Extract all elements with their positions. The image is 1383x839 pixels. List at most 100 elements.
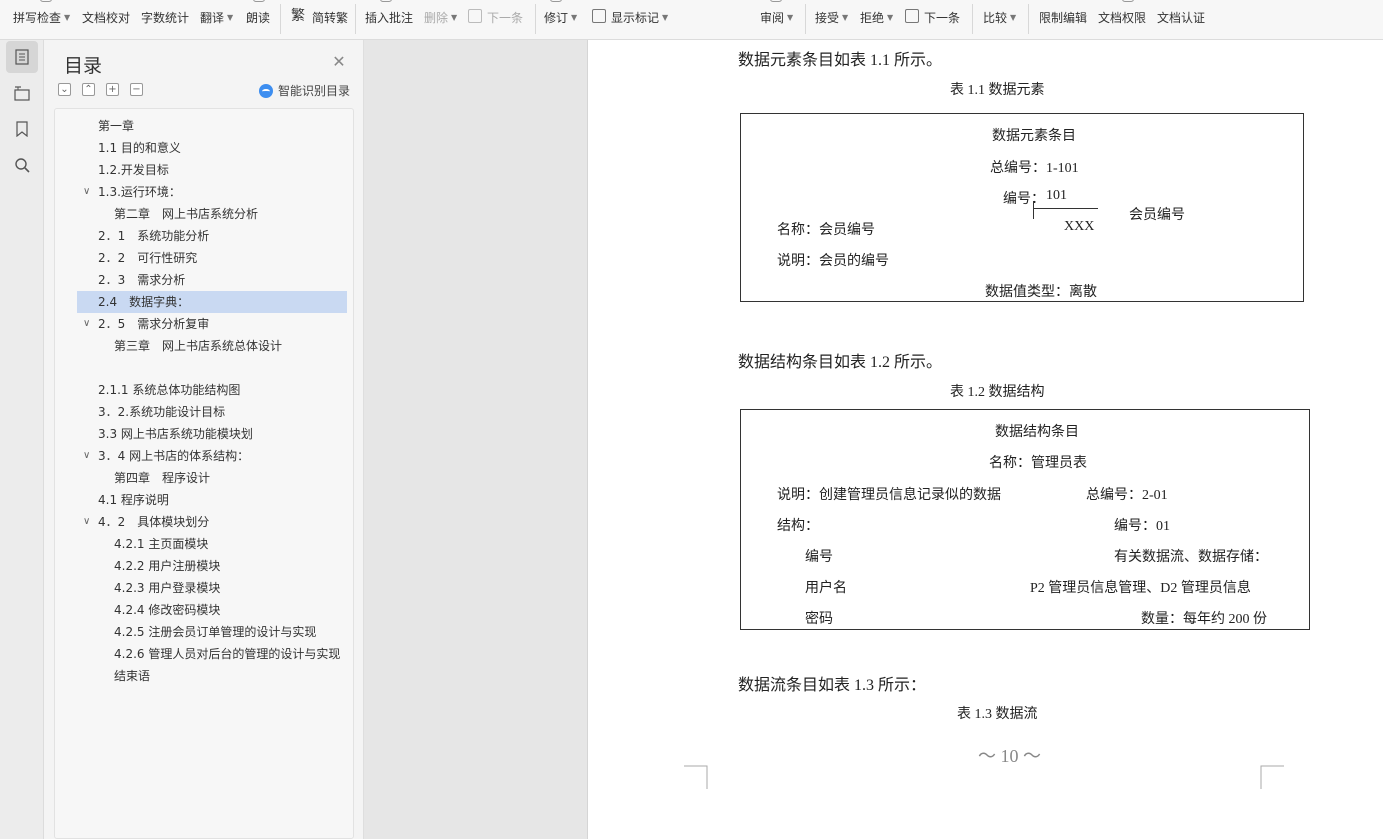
delete-comment-button[interactable]: 删除 ▼ [424, 8, 457, 26]
trad-simp-button[interactable]: 繁简转繁 [291, 8, 348, 26]
outline-panel-button[interactable] [6, 77, 38, 109]
compare-button[interactable]: 比较 ▼ [983, 8, 1016, 26]
total-number: 总编号：1-101 [990, 161, 1079, 176]
toc-item[interactable]: 2．3 需求分析 [77, 269, 347, 291]
reject-button[interactable]: 拒绝 ▼ [860, 8, 893, 26]
next-change-label: 下一条 [924, 10, 961, 25]
ribbon-icon-stub [1122, 0, 1134, 2]
toc-item[interactable]: 第一章 [77, 115, 347, 137]
insert-comment-button[interactable]: 插入批注 [365, 8, 413, 26]
ribbon-icon-stub [380, 0, 392, 2]
bookmark-panel-button[interactable] [6, 113, 38, 145]
review-button[interactable]: 审阅 ▼ [760, 8, 793, 26]
table-title: 数据结构条目 [995, 425, 1079, 440]
table-title: 数据元素条目 [992, 129, 1076, 144]
next-comment-button[interactable]: 下一条 [468, 8, 523, 26]
left-rail [0, 40, 44, 839]
margin-corner-mark [1260, 765, 1284, 789]
toc-item[interactable]: 第四章 程序设计 [77, 467, 347, 489]
toc-item[interactable]: 4.2.6 管理人员对后台的管理的设计与实现 [77, 643, 341, 665]
toc-item[interactable]: 4.1 程序说明 [77, 489, 347, 511]
toc-item[interactable]: 1.1 目的和意义 [77, 137, 347, 159]
document-list-icon [15, 49, 29, 65]
revise-button[interactable]: 修订 ▼ [544, 8, 577, 26]
toc-item[interactable]: 3．2.系统功能设计目标 [77, 401, 347, 423]
ribbon-divider [535, 4, 536, 34]
toc-item[interactable]: ∨ 2．5 需求分析复审 [77, 313, 347, 335]
toc-item[interactable]: 4.2.5 注册会员订单管理的设计与实现 [77, 621, 347, 643]
toc-item[interactable]: 4.2.4 修改密码模块 [77, 599, 347, 621]
next-change-button[interactable]: 下一条 [905, 8, 960, 26]
toc-item-label: 4.2.4 修改密码模块 [114, 603, 221, 617]
toc-item-label: 第三章 网上书店系统总体设计 [114, 339, 283, 353]
collapse-all-icon[interactable]: ⌃ [82, 83, 95, 96]
chevron-down-icon[interactable]: ∨ [83, 313, 90, 335]
toc-item[interactable]: 2.1.1 系统总体功能结构图 [77, 379, 347, 401]
toc-item-label: 第四章 程序设计 [114, 471, 211, 485]
ribbon-divider [355, 4, 356, 34]
spell-check-button[interactable]: 拼写检查 ▼ [13, 8, 70, 26]
add-heading-icon[interactable]: + [106, 83, 119, 96]
toc-item-label: 3．4 网上书店的体系结构： [98, 449, 250, 463]
toc-item[interactable]: 第三章 网上书店系统总体设计 [77, 335, 347, 357]
toc-item[interactable]: 4.2.2 用户注册模块 [77, 555, 347, 577]
data-element-table: 数据元素条目 总编号：1-101 编号： 101 名称：会员编号 XXX 会员编… [740, 113, 1304, 302]
name-field: 名称：管理员表 [989, 456, 1087, 471]
remove-heading-icon[interactable]: − [130, 83, 143, 96]
chevron-down-icon: ▼ [451, 12, 458, 22]
search-panel-button[interactable] [6, 149, 38, 181]
chevron-down-icon[interactable]: ∨ [83, 511, 90, 533]
doc-certify-button[interactable]: 文档认证 [1157, 8, 1205, 26]
chevron-down-icon: ▼ [64, 12, 71, 22]
toc-item-label: 4.2.5 注册会员订单管理的设计与实现 [114, 625, 317, 639]
toc-item[interactable]: 4.2.1 主页面模块 [77, 533, 347, 555]
toc-item-selected[interactable]: 2.4 数据字典： [77, 291, 347, 313]
chevron-down-icon: ▼ [662, 12, 669, 22]
chevron-down-icon[interactable]: ∨ [83, 181, 90, 203]
toc-item[interactable]: ∨ 1.3.运行环境： [77, 181, 347, 203]
toc-item[interactable]: 2．1 系统功能分析 [77, 225, 347, 247]
toc-item[interactable]: 1.2.开发目标 [77, 159, 347, 181]
restrict-edit-label: 限制编辑 [1039, 10, 1088, 25]
show-markup-icon [592, 9, 606, 23]
document-page[interactable]: 数据元素条目如表 1.1 所示。 表 1.1 数据元素 数据元素条目 总编号：1… [587, 40, 1383, 839]
toc-item[interactable]: 4.2.3 用户登录模块 [77, 577, 347, 599]
toc-item[interactable]: 第二章 网上书店系统分析 [77, 203, 347, 225]
toc-item[interactable]: ∨ 4．2 具体模块划分 [77, 511, 347, 533]
field-username: 用户名 [805, 581, 847, 596]
restrict-edit-button[interactable]: 限制编辑 [1039, 8, 1087, 26]
expand-all-icon[interactable]: ⌄ [58, 83, 71, 96]
insert-comment-label: 插入批注 [365, 10, 414, 25]
chevron-down-icon: ▼ [227, 12, 234, 22]
read-aloud-label: 朗读 [246, 10, 271, 25]
chevron-down-icon[interactable]: ∨ [83, 445, 90, 467]
word-count-button[interactable]: 字数统计 [141, 8, 189, 26]
toc-item-empty[interactable] [77, 357, 347, 379]
description-field: 说明：会员的编号 [777, 254, 889, 269]
toc-item[interactable]: 结束语 [77, 665, 347, 687]
doc-proof-button[interactable]: 文档校对 [82, 8, 130, 26]
smart-toc-label: 智能识别目录 [278, 84, 351, 98]
paragraph: 数据流条目如表 1.3 所示： [738, 677, 927, 694]
table-caption: 表 1.2 数据结构 [950, 385, 1045, 400]
next-change-icon [905, 9, 919, 23]
toc-item[interactable]: 3.3 网上书店系统功能模块划 [77, 423, 347, 445]
toc-item[interactable]: 2．2 可行性研究 [77, 247, 347, 269]
toc-item[interactable]: ∨ 3．4 网上书店的体系结构： [77, 445, 347, 467]
toc-item-label: 2.1.1 系统总体功能结构图 [98, 383, 241, 397]
flow-label: 有关数据流、数据存储： [1114, 550, 1268, 565]
toc-item-label: 第二章 网上书店系统分析 [114, 207, 259, 221]
doc-permission-button[interactable]: 文档权限 [1098, 8, 1146, 26]
ribbon-icon-stub [770, 0, 782, 2]
accept-button[interactable]: 接受 ▼ [815, 8, 848, 26]
alias-field: 会员编号 [1129, 208, 1185, 223]
close-icon[interactable]: ✕ [331, 54, 347, 70]
toc-panel-button[interactable] [6, 41, 38, 73]
toc-item-label: 3.3 网上书店系统功能模块划 [98, 427, 253, 441]
read-aloud-button[interactable]: 朗读 [246, 8, 270, 26]
chevron-down-icon: ▼ [842, 12, 849, 22]
xxx-field: XXX [1064, 219, 1095, 234]
smart-toc-button[interactable]: 智能识别目录 [259, 82, 350, 99]
show-markup-button[interactable]: 显示标记 ▼ [592, 8, 668, 26]
translate-button[interactable]: 翻译 ▼ [200, 8, 233, 26]
